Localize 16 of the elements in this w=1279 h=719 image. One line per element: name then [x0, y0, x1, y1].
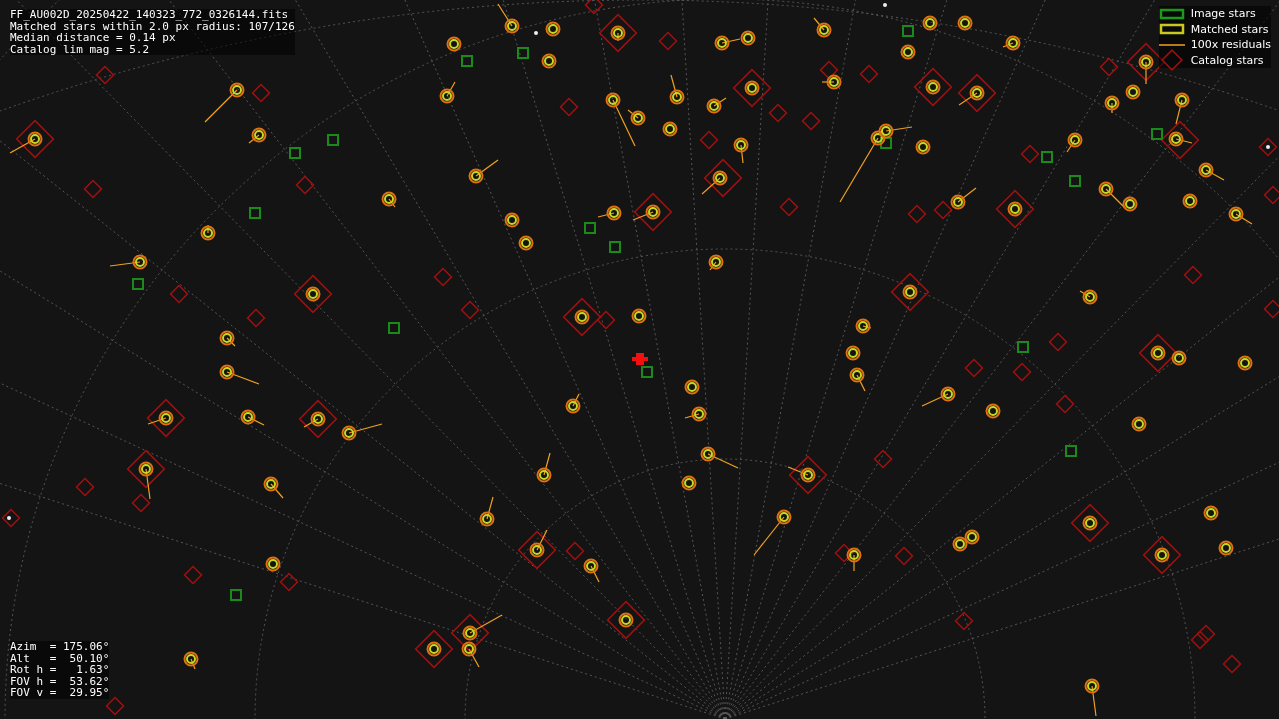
header-info-line: Catalog lim mag = 5.2 — [10, 43, 151, 55]
legend-label: 100x residuals — [1190, 38, 1271, 52]
rectangle-outline-icon — [1158, 23, 1185, 36]
pointing-info-line: Azim = 175.06° — [10, 641, 110, 653]
pointing-info-line: Rot h = 1.63° — [10, 664, 110, 676]
header-info-line: Matched stars within 2.0 px radius: 107/126 — [10, 20, 295, 32]
pointing-info-line: FOV h = 53.62° — [10, 675, 110, 687]
pointing-info-line: FOV v = 29.95° — [10, 687, 110, 699]
header-info-line: Median distance = 0.14 px — [10, 32, 176, 44]
header-info-line: FF_AU002D_20250422_140323_772_0326144.fits — [10, 9, 290, 21]
rectangle-outline-icon — [1158, 7, 1185, 20]
legend-label: Catalog stars — [1190, 53, 1264, 67]
line-icon — [1158, 42, 1185, 47]
legend-label: Image stars — [1190, 7, 1256, 21]
pointing-info-line: Alt = 50.10° — [10, 652, 110, 664]
legend-label: Matched stars — [1190, 22, 1269, 36]
